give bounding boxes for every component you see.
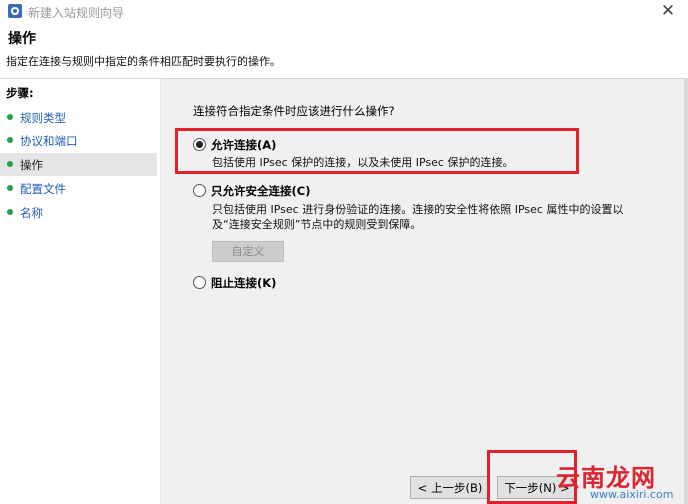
sidebar-item-name[interactable]: 名称	[0, 201, 157, 224]
main-panel: 连接符合指定条件时应该进行什么操作? 允许连接(A) 包括使用 IPsec 保护…	[161, 79, 688, 504]
steps-heading: 步骤:	[6, 86, 34, 100]
allow-connection-description: 包括使用 IPsec 保护的连接，以及未使用 IPsec 保护的连接。	[212, 156, 514, 169]
action-question: 连接符合指定条件时应该进行什么操作?	[193, 104, 395, 118]
page-description: 指定在连接与规则中指定的条件相匹配时要执行的操作。	[6, 55, 281, 68]
step-dot-icon	[7, 114, 13, 120]
sidebar-item-profile[interactable]: 配置文件	[0, 177, 157, 200]
sidebar-item-label: 配置文件	[20, 182, 66, 196]
sidebar-item-label: 操作	[20, 158, 43, 172]
sidebar-item-action[interactable]: 操作	[0, 153, 157, 176]
sidebar-item-label: 协议和端口	[20, 134, 78, 148]
steps-sidebar: 步骤: 规则类型 协议和端口 操作 配置文件 名称	[0, 79, 160, 504]
step-dot-icon	[7, 137, 13, 143]
window-edge	[684, 79, 688, 504]
sidebar-item-label: 规则类型	[20, 111, 66, 125]
customize-button[interactable]: 自定义	[212, 241, 284, 262]
allow-secure-label[interactable]: 只允许安全连接(C)	[211, 183, 310, 199]
step-dot-icon	[7, 161, 13, 167]
allow-connection-label[interactable]: 允许连接(A)	[211, 137, 276, 153]
window-title: 新建入站规则向导	[28, 6, 125, 20]
close-icon[interactable]: ✕	[658, 1, 678, 21]
allow-secure-radio[interactable]	[193, 184, 206, 197]
step-dot-icon	[7, 209, 13, 215]
page-title: 操作	[8, 31, 36, 47]
sidebar-item-rule-type[interactable]: 规则类型	[0, 106, 157, 129]
sidebar-item-label: 名称	[20, 206, 43, 220]
firewall-app-icon	[8, 4, 22, 18]
sidebar-item-protocol-ports[interactable]: 协议和端口	[0, 129, 157, 152]
title-bar: 新建入站规则向导 ✕	[0, 0, 688, 24]
watermark-url: www.aixiri.com	[590, 488, 674, 501]
step-dot-icon	[7, 185, 13, 191]
block-connection-radio[interactable]	[193, 276, 206, 289]
block-connection-label[interactable]: 阻止连接(K)	[211, 275, 276, 291]
allow-connection-radio[interactable]	[193, 138, 206, 151]
allow-secure-description: 只包括使用 IPsec 进行身份验证的连接。连接的安全性将依照 IPsec 属性…	[212, 203, 624, 231]
back-button[interactable]: < 上一步(B)	[410, 476, 490, 499]
